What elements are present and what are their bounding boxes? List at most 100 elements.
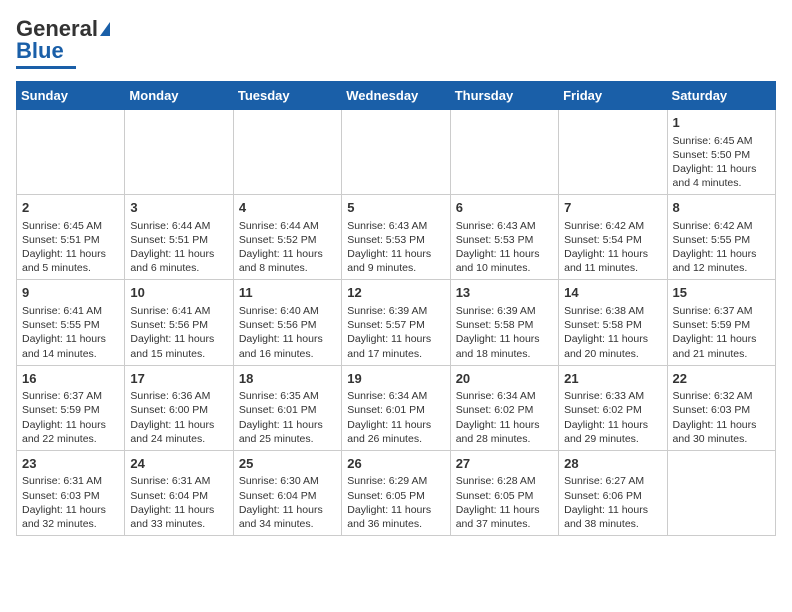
day-info: Sunrise: 6:31 AM (130, 474, 227, 488)
day-info: Sunrise: 6:42 AM (673, 219, 770, 233)
day-info: Sunrise: 6:44 AM (239, 219, 336, 233)
day-number: 22 (673, 370, 770, 388)
day-info: Sunset: 5:51 PM (22, 233, 119, 247)
day-info: Sunrise: 6:45 AM (673, 134, 770, 148)
day-info: Sunrise: 6:36 AM (130, 389, 227, 403)
day-info: Daylight: 11 hours and 26 minutes. (347, 418, 444, 446)
day-info: Daylight: 11 hours and 37 minutes. (456, 503, 553, 531)
day-info: Sunset: 5:59 PM (22, 403, 119, 417)
day-number: 12 (347, 284, 444, 302)
day-info: Sunset: 6:00 PM (130, 403, 227, 417)
day-number: 21 (564, 370, 661, 388)
day-number: 6 (456, 199, 553, 217)
day-info: Daylight: 11 hours and 29 minutes. (564, 418, 661, 446)
day-info: Daylight: 11 hours and 9 minutes. (347, 247, 444, 275)
day-number: 11 (239, 284, 336, 302)
calendar-cell: 20Sunrise: 6:34 AMSunset: 6:02 PMDayligh… (450, 365, 558, 450)
day-info: Sunset: 5:57 PM (347, 318, 444, 332)
weekday-header-sunday: Sunday (17, 82, 125, 110)
calendar-cell (667, 450, 775, 535)
day-info: Sunset: 5:51 PM (130, 233, 227, 247)
day-info: Sunset: 6:02 PM (456, 403, 553, 417)
day-info: Daylight: 11 hours and 11 minutes. (564, 247, 661, 275)
day-number: 18 (239, 370, 336, 388)
day-info: Sunset: 5:59 PM (673, 318, 770, 332)
day-info: Sunrise: 6:39 AM (456, 304, 553, 318)
calendar-cell: 8 Sunrise: 6:42 AMSunset: 5:55 PMDaylight… (667, 195, 775, 280)
weekday-header-thursday: Thursday (450, 82, 558, 110)
day-info: Sunset: 5:58 PM (564, 318, 661, 332)
day-number: 23 (22, 455, 119, 473)
day-info: Sunrise: 6:28 AM (456, 474, 553, 488)
calendar-cell: 10 Sunrise: 6:41 AMSunset: 5:56 PMDayligh… (125, 280, 233, 365)
day-info: Sunrise: 6:44 AM (130, 219, 227, 233)
day-info: Sunrise: 6:39 AM (347, 304, 444, 318)
calendar-cell: 5Sunrise: 6:43 AMSunset: 5:53 PMDaylight… (342, 195, 450, 280)
day-info: Sunrise: 6:31 AM (22, 474, 119, 488)
day-number: 17 (130, 370, 227, 388)
calendar-cell: 18Sunrise: 6:35 AMSunset: 6:01 PMDayligh… (233, 365, 341, 450)
day-info: Daylight: 11 hours and 22 minutes. (22, 418, 119, 446)
day-info: Daylight: 11 hours and 6 minutes. (130, 247, 227, 275)
day-info: Sunset: 5:58 PM (456, 318, 553, 332)
day-number: 26 (347, 455, 444, 473)
day-info: Sunrise: 6:43 AM (347, 219, 444, 233)
logo-underline (16, 66, 76, 69)
calendar-cell: 17Sunrise: 6:36 AMSunset: 6:00 PMDayligh… (125, 365, 233, 450)
day-info: Daylight: 11 hours and 36 minutes. (347, 503, 444, 531)
day-number: 27 (456, 455, 553, 473)
day-number: 8 (673, 199, 770, 217)
day-info: Daylight: 11 hours and 5 minutes. (22, 247, 119, 275)
calendar-cell: 1Sunrise: 6:45 AMSunset: 5:50 PMDaylight… (667, 110, 775, 195)
day-info: Sunset: 6:04 PM (130, 489, 227, 503)
calendar-cell: 23Sunrise: 6:31 AMSunset: 6:03 PMDayligh… (17, 450, 125, 535)
day-info: Daylight: 11 hours and 24 minutes. (130, 418, 227, 446)
day-number: 4 (239, 199, 336, 217)
day-info: Sunrise: 6:41 AM (130, 304, 227, 318)
calendar-cell (559, 110, 667, 195)
day-number: 16 (22, 370, 119, 388)
logo: General Blue (16, 16, 110, 69)
calendar-cell (342, 110, 450, 195)
day-info: Daylight: 11 hours and 18 minutes. (456, 332, 553, 360)
calendar-week-row: 16Sunrise: 6:37 AMSunset: 5:59 PMDayligh… (17, 365, 776, 450)
day-info: Sunset: 6:03 PM (673, 403, 770, 417)
calendar-cell: 6Sunrise: 6:43 AMSunset: 5:53 PMDaylight… (450, 195, 558, 280)
weekday-header-wednesday: Wednesday (342, 82, 450, 110)
calendar-cell: 26Sunrise: 6:29 AMSunset: 6:05 PMDayligh… (342, 450, 450, 535)
day-info: Sunset: 6:01 PM (239, 403, 336, 417)
day-info: Sunrise: 6:41 AM (22, 304, 119, 318)
day-info: Sunrise: 6:42 AM (564, 219, 661, 233)
calendar-cell: 24Sunrise: 6:31 AMSunset: 6:04 PMDayligh… (125, 450, 233, 535)
calendar-cell (17, 110, 125, 195)
day-info: Daylight: 11 hours and 20 minutes. (564, 332, 661, 360)
day-info: Sunset: 6:02 PM (564, 403, 661, 417)
day-info: Daylight: 11 hours and 14 minutes. (22, 332, 119, 360)
day-info: Daylight: 11 hours and 17 minutes. (347, 332, 444, 360)
day-number: 5 (347, 199, 444, 217)
day-info: Daylight: 11 hours and 38 minutes. (564, 503, 661, 531)
day-info: Sunset: 5:55 PM (673, 233, 770, 247)
calendar-cell: 19Sunrise: 6:34 AMSunset: 6:01 PMDayligh… (342, 365, 450, 450)
day-info: Sunrise: 6:43 AM (456, 219, 553, 233)
day-info: Daylight: 11 hours and 15 minutes. (130, 332, 227, 360)
calendar-cell: 21Sunrise: 6:33 AMSunset: 6:02 PMDayligh… (559, 365, 667, 450)
day-info: Daylight: 11 hours and 34 minutes. (239, 503, 336, 531)
day-info: Daylight: 11 hours and 8 minutes. (239, 247, 336, 275)
calendar-cell: 9Sunrise: 6:41 AMSunset: 5:55 PMDaylight… (17, 280, 125, 365)
day-number: 10 (130, 284, 227, 302)
calendar-week-row: 1Sunrise: 6:45 AMSunset: 5:50 PMDaylight… (17, 110, 776, 195)
day-number: 25 (239, 455, 336, 473)
day-info: Sunset: 5:56 PM (130, 318, 227, 332)
calendar-cell (233, 110, 341, 195)
day-info: Daylight: 11 hours and 16 minutes. (239, 332, 336, 360)
calendar-cell: 2Sunrise: 6:45 AMSunset: 5:51 PMDaylight… (17, 195, 125, 280)
day-info: Sunset: 6:04 PM (239, 489, 336, 503)
day-info: Sunrise: 6:37 AM (673, 304, 770, 318)
weekday-header-monday: Monday (125, 82, 233, 110)
calendar-cell: 11Sunrise: 6:40 AMSunset: 5:56 PMDayligh… (233, 280, 341, 365)
day-number: 1 (673, 114, 770, 132)
day-info: Daylight: 11 hours and 12 minutes. (673, 247, 770, 275)
day-info: Sunset: 6:01 PM (347, 403, 444, 417)
weekday-header-tuesday: Tuesday (233, 82, 341, 110)
